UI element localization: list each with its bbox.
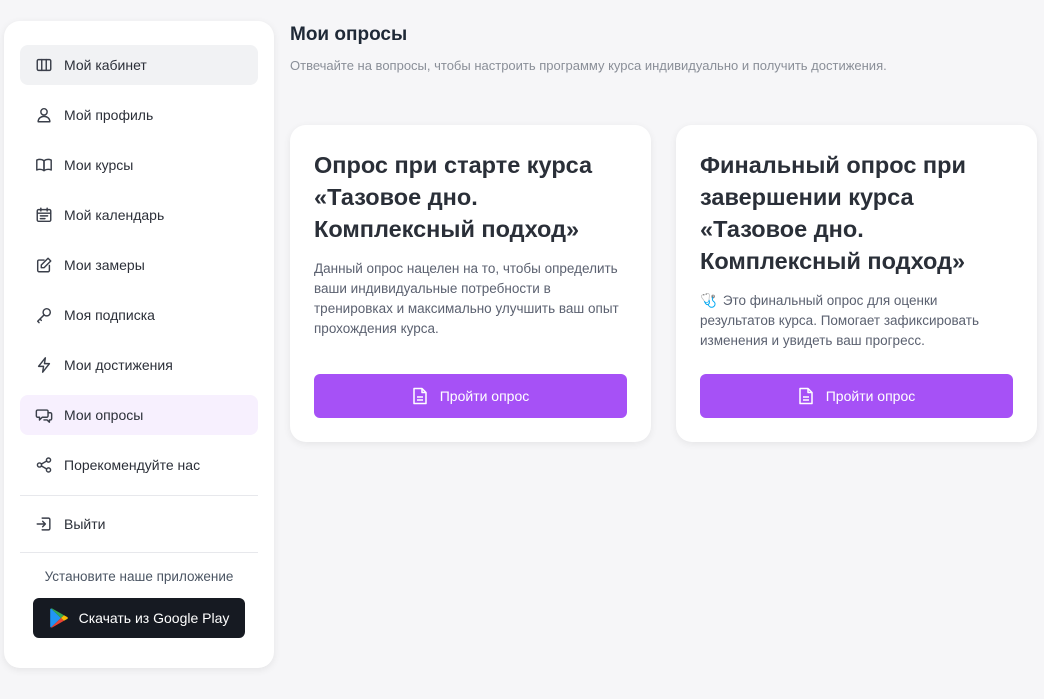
sidebar-item-label: Мои опросы bbox=[64, 407, 144, 423]
google-play-icon bbox=[49, 607, 69, 629]
sidebar-item-label: Мои замеры bbox=[64, 257, 145, 273]
page-title: Мои опросы bbox=[290, 24, 408, 45]
survey-card: Финальный опрос при завершении курса «Та… bbox=[676, 125, 1037, 442]
sidebar-item-dashboard[interactable]: Мой кабинет bbox=[20, 45, 258, 85]
survey-card: Опрос при старте курса «Тазовое дно. Ком… bbox=[290, 125, 651, 442]
book-icon bbox=[34, 155, 54, 175]
sidebar-item-achievements[interactable]: Мои достижения bbox=[20, 345, 258, 385]
take-survey-label: Пройти опрос bbox=[439, 388, 530, 404]
sidebar-item-label: Мой профиль bbox=[64, 107, 154, 123]
sidebar-item-label: Моя подписка bbox=[64, 307, 155, 323]
main-content: Мои опросы Отвечайте на вопросы, чтобы н… bbox=[290, 24, 1040, 442]
columns-icon bbox=[34, 55, 54, 75]
sidebar: Мой кабинет Мой профиль Мои курсы Мой ка… bbox=[4, 21, 274, 668]
install-app-text: Установите наше приложение bbox=[44, 569, 234, 584]
sidebar-item-label: Мои достижения bbox=[64, 357, 173, 373]
survey-card-description-text: Данный опрос нацелен на то, чтобы опреде… bbox=[314, 261, 619, 336]
sidebar-item-label: Порекомендуйте нас bbox=[64, 457, 201, 473]
sidebar-item-subscription[interactable]: Моя подписка bbox=[20, 295, 258, 335]
take-survey-button[interactable]: Пройти опрос bbox=[700, 374, 1013, 418]
stethoscope-icon: 🩺 bbox=[700, 293, 717, 308]
page-subtitle: Отвечайте на вопросы, чтобы настроить пр… bbox=[290, 58, 887, 73]
key-icon bbox=[34, 305, 54, 325]
logout-icon bbox=[34, 514, 54, 534]
survey-card-description: Данный опрос нацелен на то, чтобы опреде… bbox=[314, 259, 627, 339]
sidebar-item-surveys[interactable]: Мои опросы bbox=[20, 395, 258, 435]
survey-card-title: Опрос при старте курса «Тазовое дно. Ком… bbox=[314, 152, 593, 242]
lightning-icon bbox=[34, 355, 54, 375]
share-icon bbox=[34, 455, 54, 475]
calendar-icon bbox=[34, 205, 54, 225]
sidebar-divider bbox=[20, 495, 258, 496]
user-icon bbox=[34, 105, 54, 125]
document-icon bbox=[412, 387, 427, 405]
take-survey-label: Пройти опрос bbox=[825, 388, 916, 404]
sidebar-item-profile[interactable]: Мой профиль bbox=[20, 95, 258, 135]
survey-card-description: 🩺 Это финальный опрос для оценки результа… bbox=[700, 291, 1013, 351]
sidebar-item-label: Мой календарь bbox=[64, 207, 165, 223]
survey-card-description-text: Это финальный опрос для оценки результат… bbox=[700, 293, 979, 348]
survey-card-title: Финальный опрос при завершении курса «Та… bbox=[700, 152, 966, 274]
sidebar-item-courses[interactable]: Мои курсы bbox=[20, 145, 258, 185]
sidebar-divider bbox=[20, 552, 258, 553]
logout-button[interactable]: Выйти bbox=[20, 504, 258, 544]
document-icon bbox=[798, 387, 813, 405]
take-survey-button[interactable]: Пройти опрос bbox=[314, 374, 627, 418]
sidebar-item-recommend[interactable]: Порекомендуйте нас bbox=[20, 445, 258, 485]
chat-icon bbox=[34, 405, 54, 425]
logout-label: Выйти bbox=[64, 516, 106, 532]
sidebar-item-label: Мой кабинет bbox=[64, 57, 147, 73]
edit-icon bbox=[34, 255, 54, 275]
sidebar-item-measurements[interactable]: Мои замеры bbox=[20, 245, 258, 285]
google-play-label: Скачать из Google Play bbox=[78, 610, 230, 626]
sidebar-item-label: Мои курсы bbox=[64, 157, 134, 173]
google-play-button[interactable]: Скачать из Google Play bbox=[33, 598, 245, 638]
sidebar-item-calendar[interactable]: Мой календарь bbox=[20, 195, 258, 235]
